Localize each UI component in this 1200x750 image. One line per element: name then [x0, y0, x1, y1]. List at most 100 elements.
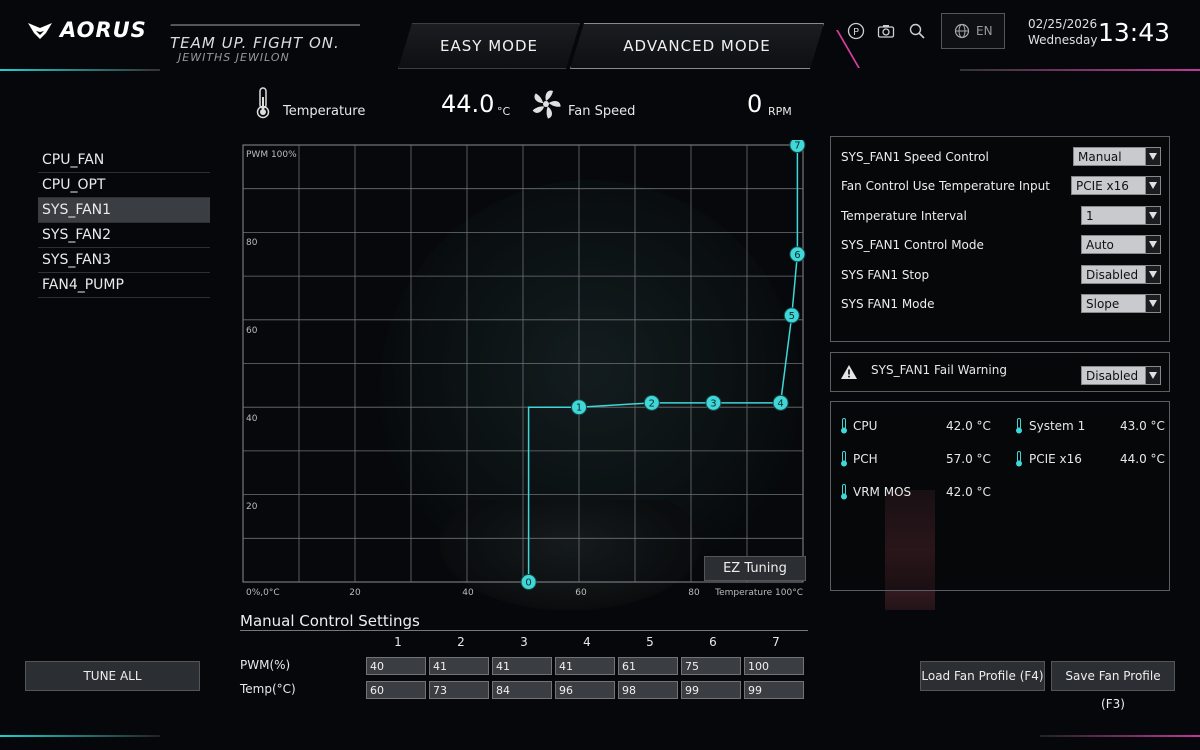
- language-label: EN: [976, 24, 993, 38]
- curve-point-label: 5: [789, 311, 795, 322]
- pwm-input[interactable]: 40: [366, 657, 426, 675]
- temp-input[interactable]: 84: [492, 681, 552, 699]
- control-mode-dropdown[interactable]: Auto: [1081, 235, 1161, 254]
- temperature-label: Temperature: [283, 104, 366, 119]
- curve-point-label: 4: [777, 398, 783, 409]
- pwm-input[interactable]: 61: [618, 657, 678, 675]
- curve-point-label: 0: [525, 578, 531, 589]
- dropdown-value: Disabled: [1086, 369, 1139, 383]
- setting-label: Temperature Interval: [841, 209, 967, 223]
- column-header: 4: [583, 635, 591, 649]
- column-header: 5: [646, 635, 654, 649]
- curve-point-7[interactable]: 7: [789, 140, 806, 153]
- sensor-value: 42.0 °C: [946, 419, 991, 433]
- eagle-icon: [28, 23, 52, 39]
- slogan-text: TEAM UP. FIGHT ON.: [170, 34, 340, 52]
- temp-input[interactable]: 99: [744, 681, 804, 699]
- brand-name: AORUS: [60, 18, 147, 42]
- search-icon[interactable]: [908, 22, 926, 40]
- thermometer-icon: [1016, 451, 1022, 467]
- fan-mode-dropdown[interactable]: Slope: [1081, 294, 1161, 313]
- fail-warning-label: SYS_FAN1 Fail Warning: [871, 363, 1007, 377]
- curve-point-label: 3: [710, 398, 716, 409]
- sensor-value: 43.0 °C: [1120, 419, 1165, 433]
- x-tick-label: 60: [575, 588, 587, 598]
- chevron-down-icon: [1145, 295, 1160, 312]
- curve-point-6[interactable]: 6: [789, 246, 806, 263]
- divider: [240, 630, 808, 631]
- load-fan-profile-button[interactable]: Load Fan Profile (F4): [920, 661, 1045, 691]
- fan-item-cpu-fan[interactable]: CPU_FAN: [38, 148, 210, 173]
- accent-line-right: [960, 69, 1200, 71]
- setting-row-speed-control: SYS_FAN1 Speed Control Manual: [841, 145, 1161, 169]
- fan-speed-value: 0: [747, 90, 763, 118]
- y-tick-label: 60: [246, 326, 258, 336]
- temp-input-dropdown[interactable]: PCIE x16: [1071, 176, 1161, 195]
- pwm-input[interactable]: 100: [744, 657, 804, 675]
- p-icon[interactable]: P: [847, 22, 865, 40]
- clock-text: 13:43: [1098, 18, 1171, 47]
- setting-row-fan-mode: SYS FAN1 Mode Slope: [841, 292, 1161, 316]
- chevron-down-icon: [1145, 266, 1160, 283]
- fan-curve-chart[interactable]: PWM 100% 80 60 40 20 0%,0°C 20 40 60 80 …: [240, 140, 815, 600]
- accent-line-left: [0, 69, 160, 71]
- sensor-name: PCH: [853, 452, 878, 466]
- curve-point-3[interactable]: 3: [705, 394, 722, 411]
- accent-line-bottom-right: [1040, 735, 1200, 737]
- setting-label: SYS_FAN1 Speed Control: [841, 150, 989, 164]
- dropdown-value: Disabled: [1086, 268, 1139, 282]
- tab-easy-mode[interactable]: EASY MODE: [398, 23, 580, 69]
- pwm-input[interactable]: 41: [429, 657, 489, 675]
- globe-icon: [954, 23, 970, 39]
- thermometer-icon: [1016, 418, 1022, 434]
- pwm-input[interactable]: 75: [681, 657, 741, 675]
- tab-advanced-mode[interactable]: ADVANCED MODE: [570, 23, 824, 69]
- weekday-text: Wednesday: [1028, 33, 1098, 47]
- sensor-name: System 1: [1029, 419, 1086, 433]
- sensor-value: 57.0 °C: [946, 452, 991, 466]
- curve-point-label: 6: [794, 250, 800, 261]
- curve-point-4[interactable]: 4: [772, 394, 789, 411]
- curve-point-label: 2: [649, 398, 655, 409]
- sensor-value: 44.0 °C: [1120, 452, 1165, 466]
- pwm-input[interactable]: 41: [492, 657, 552, 675]
- setting-label: SYS_FAN1 Control Mode: [841, 238, 984, 252]
- fan-item-fan4-pump[interactable]: FAN4_PUMP: [38, 273, 210, 298]
- curve-point-0[interactable]: 0: [520, 574, 537, 590]
- curve-point-label: 7: [794, 141, 800, 152]
- dropdown-value: Manual: [1078, 150, 1122, 164]
- temperature-unit: °C: [497, 105, 511, 118]
- fan-list: CPU_FAN CPU_OPT SYS_FAN1 SYS_FAN2 SYS_FA…: [38, 148, 210, 298]
- temp-input[interactable]: 60: [366, 681, 426, 699]
- temp-interval-dropdown[interactable]: 1: [1081, 206, 1161, 225]
- sensor-name: CPU: [853, 419, 878, 433]
- camera-icon[interactable]: [877, 22, 895, 40]
- manual-control-title: Manual Control Settings: [240, 612, 420, 630]
- fan-settings-panel: SYS_FAN1 Speed Control Manual Fan Contro…: [830, 136, 1170, 342]
- curve-point-1[interactable]: 1: [571, 399, 587, 416]
- temp-input[interactable]: 73: [429, 681, 489, 699]
- setting-label: Fan Control Use Temperature Input: [841, 179, 1050, 193]
- fail-warning-dropdown[interactable]: Disabled: [1081, 366, 1161, 385]
- temp-input[interactable]: 98: [618, 681, 678, 699]
- fan-item-sys-fan1[interactable]: SYS_FAN1: [38, 198, 210, 223]
- fan-item-cpu-opt[interactable]: CPU_OPT: [38, 173, 210, 198]
- pwm-input[interactable]: 41: [555, 657, 615, 675]
- fan-item-sys-fan3[interactable]: SYS_FAN3: [38, 248, 210, 273]
- thermometer-icon: [841, 418, 847, 434]
- ez-tuning-button[interactable]: EZ Tuning: [704, 556, 806, 581]
- column-header: 1: [394, 635, 402, 649]
- y-axis-top-label: PWM 100%: [246, 150, 297, 160]
- speed-control-dropdown[interactable]: Manual: [1073, 147, 1161, 166]
- temp-input[interactable]: 96: [555, 681, 615, 699]
- temp-input[interactable]: 99: [681, 681, 741, 699]
- save-fan-profile-button[interactable]: Save Fan Profile (F3): [1051, 661, 1175, 711]
- curve-point-2[interactable]: 2: [643, 394, 660, 411]
- tune-all-button[interactable]: TUNE ALL: [25, 661, 200, 691]
- curve-point-5[interactable]: 5: [783, 307, 800, 324]
- fan-item-sys-fan2[interactable]: SYS_FAN2: [38, 223, 210, 248]
- sensor-value: 42.0 °C: [946, 485, 991, 499]
- fan-stop-dropdown[interactable]: Disabled: [1081, 265, 1161, 284]
- language-button[interactable]: EN: [941, 13, 1005, 49]
- temperature-value: 44.0: [441, 90, 495, 118]
